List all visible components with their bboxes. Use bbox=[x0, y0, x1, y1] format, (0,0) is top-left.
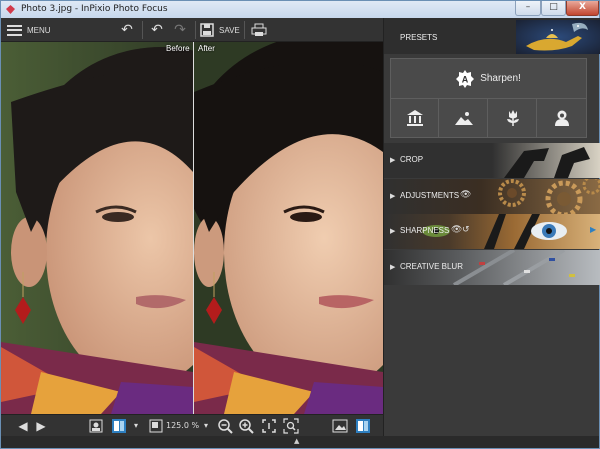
undo-all-icon[interactable]: ↶ bbox=[118, 21, 136, 39]
app-icon bbox=[6, 5, 15, 14]
eye-icon[interactable]: 👁 bbox=[460, 190, 471, 200]
presets-label: PRESETS bbox=[400, 33, 438, 42]
save-icon[interactable] bbox=[200, 23, 214, 37]
print-icon[interactable] bbox=[251, 23, 267, 37]
collapse-up-icon[interactable]: ▲ bbox=[294, 437, 299, 445]
zoom-fit-icon[interactable] bbox=[283, 418, 299, 434]
maximize-button[interactable]: □ bbox=[541, 1, 566, 16]
zoom-level[interactable]: 125.0 % bbox=[166, 421, 199, 430]
split-view-icon[interactable] bbox=[111, 418, 127, 434]
expand-arrow-icon: ▶ bbox=[390, 263, 396, 271]
toolbar-divider bbox=[244, 21, 245, 39]
after-image bbox=[194, 42, 383, 414]
preset-building[interactable] bbox=[391, 99, 439, 137]
redo-icon[interactable]: ↷ bbox=[171, 21, 189, 39]
window-title: Photo 3.jpg - InPixio Photo Focus bbox=[21, 4, 168, 14]
undo-icon[interactable]: ↶ bbox=[148, 21, 166, 39]
expand-arrow-icon: ▶ bbox=[390, 156, 396, 164]
crop-label: CROP bbox=[400, 155, 424, 164]
toolbar-divider bbox=[195, 21, 196, 39]
expand-arrow-icon: ▶ bbox=[390, 227, 396, 235]
presets-box: A Sharpen! bbox=[390, 58, 587, 138]
photo-viewport[interactable]: Before After bbox=[1, 42, 383, 414]
fit-screen-icon[interactable] bbox=[148, 418, 164, 434]
presets-lamp-image bbox=[516, 20, 600, 54]
before-image bbox=[1, 42, 193, 414]
previous-arrow-icon[interactable]: ◀ bbox=[15, 418, 31, 434]
landscape-icon bbox=[455, 112, 473, 125]
section-sharpness[interactable]: ▶ SHARPNESS 👁 ↺ bbox=[384, 214, 600, 249]
panel-scroll-icon[interactable]: ▶ bbox=[590, 225, 596, 234]
after-label: After bbox=[198, 44, 215, 53]
toolbar-divider bbox=[142, 21, 143, 39]
close-button[interactable]: X bbox=[566, 1, 599, 16]
presets-header[interactable]: PRESETS bbox=[384, 18, 600, 54]
menu-button[interactable]: MENU bbox=[7, 21, 51, 39]
split-divider[interactable] bbox=[193, 42, 194, 414]
status-bar: ▲ bbox=[1, 436, 599, 448]
adjustments-label: ADJUSTMENTS bbox=[400, 191, 460, 200]
section-adjustments[interactable]: ▶ ADJUSTMENTS 👁 bbox=[384, 179, 600, 214]
zoom-out-icon[interactable] bbox=[217, 418, 233, 434]
title-bar: Photo 3.jpg - InPixio Photo Focus – □ X bbox=[1, 1, 599, 18]
menu-label: MENU bbox=[27, 25, 51, 35]
actual-size-icon[interactable] bbox=[261, 418, 277, 434]
before-label: Before bbox=[166, 44, 190, 53]
auto-badge-icon: A bbox=[456, 69, 475, 88]
expand-arrow-icon: ▶ bbox=[390, 192, 396, 200]
preset-landscape[interactable] bbox=[440, 99, 488, 137]
hamburger-icon bbox=[7, 24, 22, 36]
preset-portrait[interactable] bbox=[538, 99, 586, 137]
side-panel: PRESETS A Sharpen! ▶ CROP ▶ ADJUSTMENTS … bbox=[383, 18, 600, 436]
sharpness-label: SHARPNESS bbox=[400, 226, 450, 235]
section-creative-blur[interactable]: ▶ CREATIVE BLUR bbox=[384, 250, 600, 285]
zoom-dropdown-icon[interactable]: ▾ bbox=[198, 418, 214, 434]
flower-icon bbox=[507, 110, 519, 126]
preset-flower[interactable] bbox=[489, 99, 537, 137]
bottom-toolbar: ◀ ▶ ▾ 125.0 % ▾ bbox=[1, 414, 383, 436]
minimize-button[interactable]: – bbox=[515, 1, 541, 16]
toolbar: MENU ↶ ↶ ↷ SAVE bbox=[1, 18, 383, 42]
view-dropdown-icon[interactable]: ▾ bbox=[128, 418, 144, 434]
zoom-in-icon[interactable] bbox=[238, 418, 254, 434]
building-icon bbox=[407, 110, 423, 126]
save-button[interactable]: SAVE bbox=[219, 26, 240, 35]
single-view-icon[interactable] bbox=[88, 418, 104, 434]
sharpen-button[interactable]: A Sharpen! bbox=[391, 59, 586, 99]
next-arrow-icon[interactable]: ▶ bbox=[33, 418, 49, 434]
eye-icon[interactable]: 👁 bbox=[451, 225, 462, 235]
image-view-icon[interactable] bbox=[332, 418, 348, 434]
sharpen-label: Sharpen! bbox=[480, 73, 521, 84]
creative-blur-label: CREATIVE BLUR bbox=[400, 262, 463, 271]
auto-badge-letter: A bbox=[462, 74, 469, 84]
reset-icon[interactable]: ↺ bbox=[462, 225, 470, 235]
portrait-icon bbox=[555, 110, 569, 126]
compare-view-icon[interactable] bbox=[355, 418, 371, 434]
app-window: Photo 3.jpg - InPixio Photo Focus – □ X … bbox=[0, 0, 600, 449]
section-crop[interactable]: ▶ CROP bbox=[384, 143, 600, 178]
